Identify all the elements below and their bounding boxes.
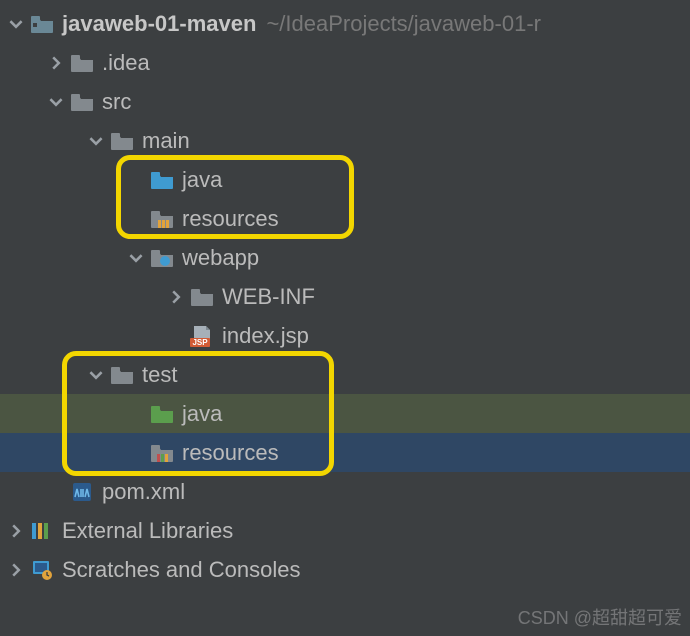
web-inf-label: WEB-INF <box>222 284 315 310</box>
tree-row-test[interactable]: test <box>0 355 690 394</box>
tree-row-external-libraries[interactable]: External Libraries <box>0 511 690 550</box>
tree-row-main-java[interactable]: java <box>0 160 690 199</box>
ext-lib-label: External Libraries <box>62 518 233 544</box>
chevron-right-icon <box>8 562 24 578</box>
source-folder-icon <box>150 168 174 192</box>
tree-row-test-java[interactable]: java <box>0 394 690 433</box>
src-label: src <box>102 89 131 115</box>
root-name: javaweb-01-maven <box>62 11 256 37</box>
tree-row-src[interactable]: src <box>0 82 690 121</box>
test-label: test <box>142 362 177 388</box>
chevron-down-icon <box>88 367 104 383</box>
tree-row-scratches[interactable]: Scratches and Consoles <box>0 550 690 589</box>
project-folder-icon <box>30 12 54 36</box>
chevron-right-icon <box>168 289 184 305</box>
tree-row-test-resources[interactable]: resources <box>0 433 690 472</box>
main-java-label: java <box>182 167 222 193</box>
chevron-down-icon <box>128 250 144 266</box>
chevron-down-icon <box>48 94 64 110</box>
webapp-label: webapp <box>182 245 259 271</box>
maven-file-icon <box>70 480 94 504</box>
test-resources-folder-icon <box>150 441 174 465</box>
folder-icon <box>70 51 94 75</box>
idea-label: .idea <box>102 50 150 76</box>
chevron-down-icon <box>88 133 104 149</box>
web-folder-icon <box>150 246 174 270</box>
chevron-down-icon <box>8 16 24 32</box>
tree-row-main-resources[interactable]: resources <box>0 199 690 238</box>
pom-label: pom.xml <box>102 479 185 505</box>
tree-row-pom[interactable]: pom.xml <box>0 472 690 511</box>
main-label: main <box>142 128 190 154</box>
tree-row-index-jsp[interactable]: JSP index.jsp <box>0 316 690 355</box>
jsp-file-icon: JSP <box>190 324 214 348</box>
test-resources-label: resources <box>182 440 279 466</box>
tree-row-web-inf[interactable]: WEB-INF <box>0 277 690 316</box>
tree-row-webapp[interactable]: webapp <box>0 238 690 277</box>
tree-row-idea[interactable]: .idea <box>0 43 690 82</box>
libraries-icon <box>30 519 54 543</box>
svg-text:JSP: JSP <box>192 338 208 347</box>
project-tree: javaweb-01-maven ~/IdeaProjects/javaweb-… <box>0 0 690 589</box>
tree-row-root[interactable]: javaweb-01-maven ~/IdeaProjects/javaweb-… <box>0 4 690 43</box>
resources-folder-icon <box>150 207 174 231</box>
scratches-icon <box>30 558 54 582</box>
root-path: ~/IdeaProjects/javaweb-01-r <box>266 11 541 37</box>
watermark: CSDN @超甜超可爱 <box>518 604 682 630</box>
folder-icon <box>110 363 134 387</box>
scratches-label: Scratches and Consoles <box>62 557 300 583</box>
chevron-right-icon <box>8 523 24 539</box>
main-resources-label: resources <box>182 206 279 232</box>
tree-row-main[interactable]: main <box>0 121 690 160</box>
folder-icon <box>70 90 94 114</box>
folder-icon <box>190 285 214 309</box>
test-java-label: java <box>182 401 222 427</box>
index-jsp-label: index.jsp <box>222 323 309 349</box>
test-source-folder-icon <box>150 402 174 426</box>
folder-icon <box>110 129 134 153</box>
chevron-right-icon <box>48 55 64 71</box>
